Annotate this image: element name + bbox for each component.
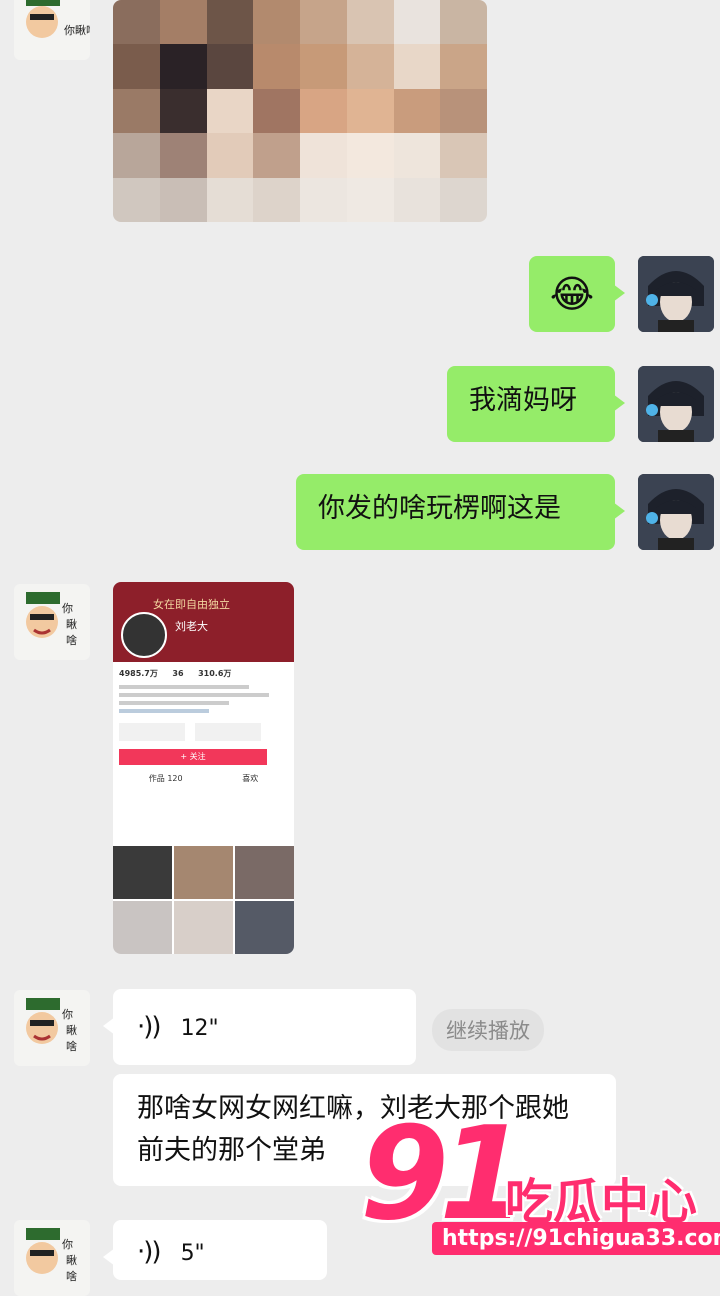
profile-name: 刘老大 — [175, 620, 208, 633]
message-text: 我滴妈呀 — [469, 385, 577, 416]
profile-tab-likes: 喜欢 — [242, 774, 259, 783]
my-avatar[interactable] — [638, 474, 714, 550]
voice-wave-icon: ·)) — [137, 1012, 162, 1042]
svg-text:啥: 啥 — [66, 633, 77, 647]
received-image-blurred[interactable] — [113, 0, 487, 222]
voice-duration: 5" — [180, 1241, 205, 1266]
message-text: 你发的啥玩楞啊这是 — [318, 493, 561, 524]
sender-avatar[interactable]: 你 瞅 啥 — [14, 990, 90, 1066]
sender-avatar[interactable]: 你 瞅 啥 — [14, 584, 90, 660]
svg-text:你: 你 — [62, 1008, 73, 1021]
voice-duration: 12" — [180, 1016, 219, 1041]
profile-tab-works: 作品 120 — [148, 774, 183, 783]
my-avatar[interactable] — [638, 366, 714, 442]
profile-banner-text: 女在即自由独立 — [153, 598, 230, 611]
svg-text:瞅: 瞅 — [66, 1254, 77, 1267]
svg-text:你瞅啥: 你瞅啥 — [64, 23, 90, 37]
sent-message-1[interactable]: 我滴妈呀 — [447, 366, 625, 442]
voice-message-1[interactable]: ·)) 12" — [103, 989, 416, 1065]
sender-avatar[interactable]: 你瞅啥 — [14, 0, 90, 60]
sender-avatar[interactable]: 你 瞅 啥 — [14, 1220, 90, 1296]
sent-message-2[interactable]: 你发的啥玩楞啊这是 — [296, 474, 625, 550]
svg-text:瞅: 瞅 — [66, 1024, 77, 1037]
my-avatar[interactable] — [638, 256, 714, 332]
svg-text:啥: 啥 — [66, 1039, 77, 1053]
emoji-laugh-tears: 😂 — [549, 272, 595, 316]
svg-text:啥: 啥 — [66, 1269, 77, 1283]
profile-stat: 4985.7万 — [119, 669, 158, 678]
svg-text:瞅: 瞅 — [66, 618, 77, 631]
follow-button: + 关注 — [119, 749, 267, 765]
voice-message-2[interactable]: ·)) 5" — [103, 1220, 327, 1280]
continue-play-button[interactable]: 继续播放 — [432, 1009, 544, 1051]
profile-stat: 36 — [172, 669, 184, 678]
svg-text:你: 你 — [62, 602, 73, 615]
svg-text:你: 你 — [62, 1238, 73, 1251]
received-profile-screenshot[interactable]: 女在即自由独立 刘老大 4985.7万 36 310.6万 + 关注 作品 12… — [113, 582, 294, 954]
profile-stat: 310.6万 — [198, 669, 232, 678]
profile-avatar — [121, 612, 167, 658]
watermark-url: https://91chigua33.com — [432, 1222, 720, 1255]
voice-wave-icon: ·)) — [137, 1237, 162, 1267]
sent-emoji-message[interactable]: 😂 — [529, 256, 625, 332]
